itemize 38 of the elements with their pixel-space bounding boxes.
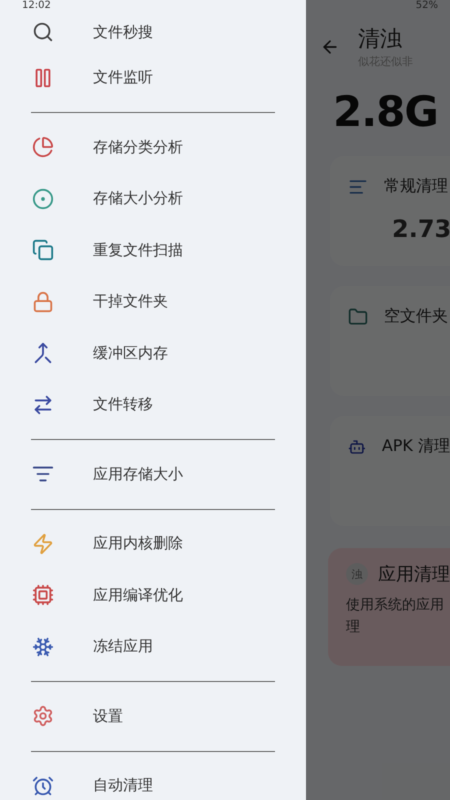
merge-icon — [32, 342, 54, 364]
snowflake-icon — [32, 636, 54, 658]
transfer-icon — [32, 394, 54, 416]
chip-icon — [32, 584, 54, 606]
drawer-item[interactable]: 缓冲区内存 — [0, 328, 306, 379]
drawer-item[interactable]: 设置 — [0, 690, 306, 742]
total-size: 2.8G — [333, 87, 439, 136]
card-title: APK 清理 — [382, 436, 450, 457]
card-title: 应用清理 — [378, 563, 450, 586]
drawer-item[interactable]: 文件秒搜 — [0, 12, 306, 52]
card-description: 理 — [346, 618, 361, 637]
battery-level: 52% — [416, 0, 438, 11]
lightning-icon — [32, 532, 54, 555]
card-title: 常规清理 — [384, 176, 448, 197]
drawer-item[interactable]: 存储大小分析 — [0, 173, 306, 224]
drawer-item[interactable]: 文件监听 — [0, 52, 306, 104]
status-time: 12:02 — [22, 0, 51, 11]
drawer-item[interactable]: 应用编译优化 — [0, 570, 306, 621]
alarm-clock-icon — [32, 774, 54, 797]
card-value: 2.73 — [392, 215, 450, 243]
settings-icon — [32, 705, 54, 728]
drawer-item[interactable]: 应用内核删除 — [0, 518, 306, 570]
search-icon — [32, 21, 54, 43]
copy-icon — [32, 239, 54, 262]
drawer-item[interactable]: 干掉文件夹 — [0, 276, 306, 328]
drawer-item[interactable]: 存储分类分析 — [0, 122, 306, 173]
card-description: 使用系统的应用 — [346, 596, 445, 615]
pie-chart-icon — [32, 136, 54, 158]
drawer-item[interactable]: 应用存储大小 — [0, 448, 306, 500]
drawer-item[interactable]: 文件转移 — [0, 379, 306, 430]
lock-icon — [32, 290, 54, 313]
folder-icon — [348, 306, 368, 326]
app-title: 清浊 — [358, 26, 403, 54]
card-title: 空文件夹 — [384, 306, 448, 327]
target-icon — [32, 188, 54, 210]
drawer-item[interactable]: 自动清理 — [0, 760, 306, 800]
drawer-item[interactable]: 冻结应用 — [0, 621, 306, 672]
drawer-item[interactable]: 重复文件扫描 — [0, 224, 306, 276]
